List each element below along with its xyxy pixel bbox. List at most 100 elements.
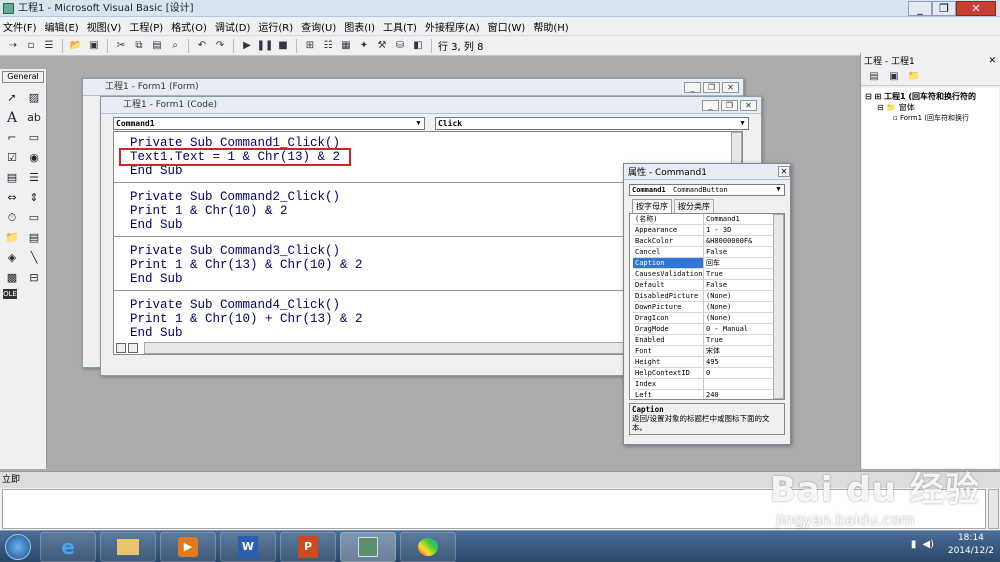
taskbar-media-player[interactable]: ▶ — [160, 531, 216, 562]
chevron-down-icon[interactable]: ▼ — [774, 185, 783, 194]
toggle-folders-icon[interactable]: 📁 — [907, 70, 921, 84]
property-value[interactable]: False — [704, 247, 727, 257]
property-value[interactable] — [704, 379, 706, 389]
vscrollbar-icon[interactable]: ⇕ — [25, 189, 43, 206]
add-form-icon[interactable]: ▫ — [24, 39, 38, 53]
hscrollbar-icon[interactable]: ⇔ — [3, 189, 21, 206]
restore-icon[interactable]: ❐ — [721, 99, 738, 111]
pointer-icon[interactable]: ➚ — [3, 89, 21, 106]
dirlistbox-icon[interactable]: 📁 — [3, 229, 21, 246]
module-view-icon[interactable] — [128, 343, 138, 353]
property-row[interactable]: HelpContextID 0 — [633, 368, 773, 379]
properties-titlebar[interactable]: 属性 - Command1 ✕ — [624, 164, 790, 180]
property-row[interactable]: DragIcon (None) — [633, 313, 773, 324]
tree-forms-folder[interactable]: ⊟ 📁 窗体 — [865, 102, 996, 113]
system-clock[interactable]: 18:14 2014/12/2 — [948, 532, 994, 558]
menu-format[interactable]: 格式(O) — [171, 19, 207, 34]
object-combo[interactable]: Command1 ▼ — [113, 117, 425, 130]
project-explorer[interactable]: 工程 - 工程1 ✕ ▤ ▣ 📁 ⊟ ⊞ 工程1 (回车符和换行符的 ⊟ 📁 窗… — [860, 53, 1000, 469]
menu-window[interactable]: 窗口(W) — [488, 19, 526, 34]
property-value[interactable]: (None) — [704, 313, 731, 323]
checkbox-icon[interactable]: ☑ — [3, 149, 21, 166]
project-tree[interactable]: ⊟ ⊞ 工程1 (回车符和换行符的 ⊟ 📁 窗体 ▫ Form1 (回车符和换行 — [862, 88, 999, 468]
drivelistbox-icon[interactable]: ▭ — [25, 209, 43, 226]
object-browser-icon[interactable]: ✦ — [357, 39, 371, 53]
shape-icon[interactable]: ◈ — [3, 249, 21, 266]
menu-editor-icon[interactable]: ☰ — [42, 39, 56, 53]
menu-view[interactable]: 视图(V) — [87, 19, 122, 34]
properties-grid[interactable]: (名称) Command1 Appearance 1 - 3D BackColor &H8… — [629, 213, 785, 400]
property-value[interactable]: False — [704, 280, 727, 290]
volume-icon[interactable]: ◀) — [922, 539, 934, 550]
property-value[interactable]: &H8000000F& — [704, 236, 752, 246]
property-value[interactable]: 240 — [704, 390, 719, 399]
property-row[interactable]: Index — [633, 379, 773, 390]
property-row[interactable]: DragMode 0 - Manual — [633, 324, 773, 335]
menu-run[interactable]: 运行(R) — [258, 19, 293, 34]
combobox-icon[interactable]: ▤ — [3, 169, 21, 186]
tab-alphabetic[interactable]: 按字母序 — [632, 199, 672, 213]
taskbar-word[interactable]: W — [220, 531, 276, 562]
close-icon[interactable]: ✕ — [778, 166, 790, 177]
data-view-icon[interactable]: ⛁ — [393, 39, 407, 53]
menu-project[interactable]: 工程(P) — [129, 19, 163, 34]
procedure-combo[interactable]: Click ▼ — [435, 117, 749, 130]
commandbutton-icon[interactable]: ▭ — [25, 129, 43, 146]
form-layout-icon[interactable]: ▦ — [339, 39, 353, 53]
property-row[interactable]: Left 240 — [633, 390, 773, 399]
project-explorer-icon[interactable]: ⊞ — [303, 39, 317, 53]
taskbar-explorer[interactable] — [100, 531, 156, 562]
property-row[interactable]: BackColor &H8000000F& — [633, 236, 773, 247]
minimize-icon[interactable]: _ — [702, 99, 719, 111]
toolbox-icon[interactable]: ⚒ — [375, 39, 389, 53]
filelistbox-icon[interactable]: ▤ — [25, 229, 43, 246]
taskbar-vb6[interactable] — [340, 531, 396, 562]
procedure-view-icon[interactable] — [116, 343, 126, 353]
view-code-icon[interactable]: ▤ — [867, 70, 881, 84]
close-icon[interactable]: ✕ — [722, 81, 739, 93]
restore-icon[interactable]: ❐ — [703, 81, 720, 93]
code-window-titlebar[interactable]: 工程1 - Form1 (Code) _ ❐ ✕ — [101, 97, 761, 114]
run-icon[interactable]: ▶ — [240, 39, 254, 53]
restore-button[interactable]: ❐ — [932, 1, 956, 16]
stop-icon[interactable]: ■ — [276, 39, 290, 53]
property-row[interactable]: (名称) Command1 — [633, 214, 773, 225]
redo-icon[interactable]: ↷ — [213, 39, 227, 53]
property-value[interactable]: 1 - 3D — [704, 225, 731, 235]
paste-icon[interactable]: ▤ — [150, 39, 164, 53]
menu-tools[interactable]: 工具(T) — [383, 19, 417, 34]
picturebox-icon[interactable]: ▨ — [25, 89, 43, 106]
add-project-icon[interactable]: ⇢ — [6, 39, 20, 53]
view-object-icon[interactable]: ▣ — [887, 70, 901, 84]
pause-icon[interactable]: ❚❚ — [257, 39, 274, 53]
timer-icon[interactable]: ⏱ — [3, 209, 21, 226]
close-icon[interactable]: ✕ — [740, 99, 757, 111]
cut-icon[interactable]: ✂ — [114, 39, 128, 53]
label-icon[interactable]: A — [3, 109, 21, 126]
data-control-icon[interactable]: ⊟ — [25, 269, 43, 286]
network-icon[interactable]: ▮ — [911, 539, 917, 550]
component-manager-icon[interactable]: ◧ — [411, 39, 425, 53]
line-icon[interactable]: ╲ — [25, 249, 43, 266]
form-window-titlebar[interactable]: 工程1 - Form1 (Form) _ ❐ ✕ — [83, 79, 743, 96]
taskbar-ie[interactable]: e — [40, 531, 96, 562]
tree-project-root[interactable]: ⊟ ⊞ 工程1 (回车符和换行符的 — [865, 91, 996, 102]
property-row[interactable]: Height 495 — [633, 357, 773, 368]
find-icon[interactable]: ⌕ — [168, 39, 182, 53]
optionbutton-icon[interactable]: ◉ — [25, 149, 43, 166]
minimize-button[interactable]: _ — [908, 1, 932, 16]
property-value[interactable]: 宋体 — [704, 346, 720, 356]
listbox-icon[interactable]: ☰ — [25, 169, 43, 186]
property-row[interactable]: DisabledPicture (None) — [633, 291, 773, 302]
property-value[interactable]: 回车 — [704, 258, 720, 268]
properties-window-icon[interactable]: ☷ — [321, 39, 335, 53]
property-row[interactable]: Default False — [633, 280, 773, 291]
image-icon[interactable]: ▩ — [3, 269, 21, 286]
property-value[interactable]: (None) — [704, 302, 731, 312]
menu-help[interactable]: 帮助(H) — [533, 19, 568, 34]
save-icon[interactable]: ▣ — [87, 39, 101, 53]
ole-icon[interactable]: OLE — [3, 289, 17, 299]
chevron-down-icon[interactable]: ▼ — [738, 119, 747, 128]
property-value[interactable]: (None) — [704, 291, 731, 301]
frame-icon[interactable]: ⌐ — [3, 129, 21, 146]
